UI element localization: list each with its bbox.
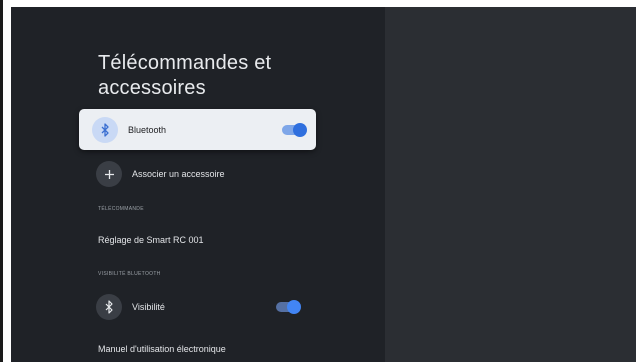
remote-settings-item[interactable]: Réglage de Smart RC 001 [98, 235, 204, 245]
background-panel [385, 7, 636, 362]
remote-section-header: TÉLÉCOMMANDE [98, 206, 144, 212]
left-edge-bar [0, 0, 3, 362]
bluetooth-icon [92, 116, 118, 143]
visibility-label: Visibilité [132, 302, 165, 312]
bluetooth-icon [96, 294, 122, 320]
tv-settings-screen: Télécommandes et accessoires Bluetooth A… [11, 7, 636, 362]
plus-icon [96, 161, 122, 187]
visibility-toggle[interactable] [276, 300, 301, 314]
add-accessory-item[interactable]: Associer un accessoire [79, 160, 316, 188]
page-title: Télécommandes et accessoires [98, 52, 272, 99]
bluetooth-item[interactable]: Bluetooth [79, 109, 316, 150]
add-accessory-label: Associer un accessoire [132, 169, 225, 179]
bluetooth-label: Bluetooth [128, 124, 167, 135]
toggle-knob [287, 300, 301, 314]
toggle-knob [293, 123, 307, 137]
bluetooth-toggle[interactable] [282, 123, 307, 137]
visibility-section-header: VISIBILITÉ BLUETOOTH [98, 271, 161, 277]
manual-item[interactable]: Manuel d'utilisation électronique [98, 344, 226, 354]
visibility-item[interactable]: Visibilité [79, 293, 316, 321]
